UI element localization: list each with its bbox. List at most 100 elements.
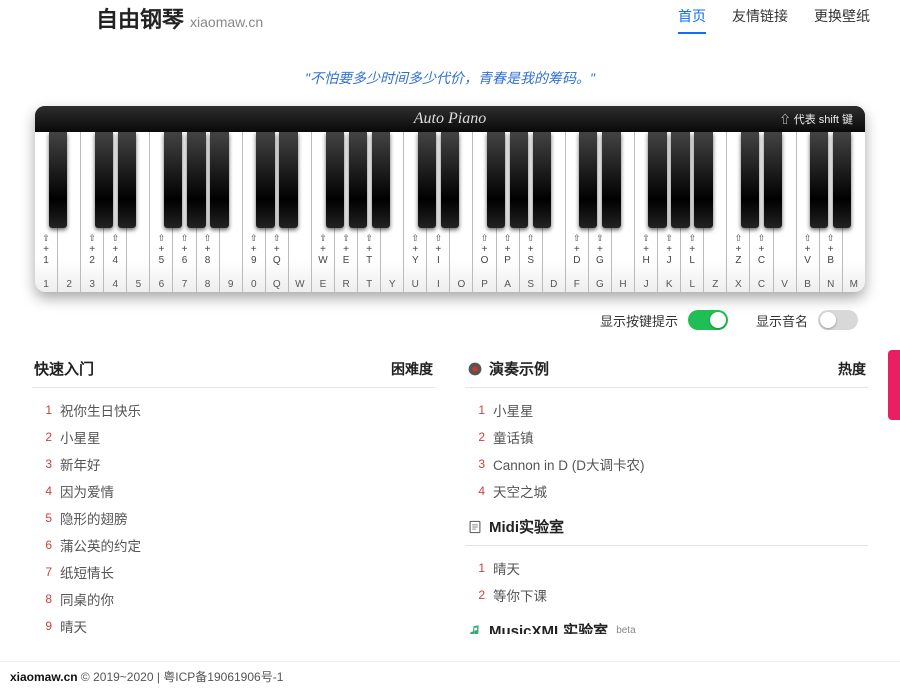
quickstart-title: 快速入门 xyxy=(34,358,94,379)
logo-title: 自由钢琴 xyxy=(96,2,184,34)
song-index: 5 xyxy=(32,511,52,525)
black-key[interactable] xyxy=(118,132,136,228)
song-name: 等你下课 xyxy=(493,585,547,605)
song-item[interactable]: 8同桌的你 xyxy=(32,585,435,612)
black-key[interactable] xyxy=(741,132,759,228)
song-name: Cannon in D (D大调卡农) xyxy=(493,454,645,474)
song-item[interactable]: 5隐形的翅膀 xyxy=(32,504,435,531)
black-key[interactable] xyxy=(441,132,459,228)
xml-title: MusicXML实验室 beta xyxy=(467,620,636,634)
white-key-label: 4 xyxy=(104,279,126,290)
song-item[interactable]: 2 等你下课 xyxy=(465,581,868,608)
white-key-label: 7 xyxy=(173,279,195,290)
white-key-label: F xyxy=(566,279,588,290)
panel-quickstart: 快速入门 困难度 1祝你生日快乐2小星星 3 新年好 4因为爱情5隐形的翅膀6蒲公英的… xyxy=(32,354,435,634)
white-key-label: G xyxy=(589,279,611,290)
quickstart-col2: 困难度 xyxy=(391,359,433,379)
song-item[interactable]: 2 童话镇 xyxy=(465,423,868,450)
white-key-label: 8 xyxy=(197,279,219,290)
black-key[interactable] xyxy=(810,132,828,228)
nav-links[interactable]: 友情链接 xyxy=(732,6,788,34)
black-key[interactable] xyxy=(372,132,390,228)
song-index: 1 xyxy=(32,403,52,417)
black-key[interactable] xyxy=(418,132,436,228)
white-key-label: N xyxy=(820,279,842,290)
music-icon xyxy=(467,623,483,635)
piano-bar: Auto Piano ⇧ 代表 shift 键 xyxy=(35,106,865,132)
black-key[interactable] xyxy=(279,132,297,228)
white-key-label: A xyxy=(497,279,519,290)
black-key[interactable] xyxy=(256,132,274,228)
quickstart-header: 快速入门 困难度 xyxy=(32,354,435,388)
shift-hint-pair: ⇧+J xyxy=(665,234,673,266)
black-key[interactable] xyxy=(487,132,505,228)
white-key-label: R xyxy=(335,279,357,290)
song-index: 9 xyxy=(32,619,52,633)
black-key[interactable] xyxy=(95,132,113,228)
shift-hint-pair: ⇧+W xyxy=(318,234,327,266)
song-index: 7 xyxy=(32,565,52,579)
toggle-notes[interactable] xyxy=(818,310,858,330)
song-item[interactable]: 9 晴天 xyxy=(32,612,435,634)
black-key[interactable] xyxy=(187,132,205,228)
white-key-label: X xyxy=(727,279,749,290)
white-key-label: M xyxy=(843,279,865,290)
song-item[interactable]: 4天空之城 xyxy=(465,477,868,504)
black-key[interactable] xyxy=(349,132,367,228)
shift-hint-pair: ⇧+O xyxy=(481,234,489,266)
beta-badge: beta xyxy=(616,625,635,634)
toggle-keys[interactable] xyxy=(688,310,728,330)
song-index: 2 xyxy=(32,430,52,444)
shift-hint-pair: ⇧+E xyxy=(342,234,350,266)
panel-right: 演奏示例 热度 1小星星2童话镇3Cannon in D (D大调卡农)4天空之… xyxy=(465,354,868,634)
song-item[interactable]: 4因为爱情 xyxy=(32,477,435,504)
black-key[interactable] xyxy=(533,132,551,228)
black-key[interactable] xyxy=(579,132,597,228)
white-key-label: O xyxy=(450,279,472,290)
black-key[interactable] xyxy=(671,132,689,228)
song-item[interactable]: 3Cannon in D (D大调卡农) xyxy=(465,450,868,477)
white-key-label: C xyxy=(750,279,772,290)
piano-keys: ⇧+112⇧+23⇧+445⇧+56⇧+67⇧+889⇧+90⇧+QQW⇧+WE… xyxy=(35,132,865,292)
song-name: 因为爱情 xyxy=(60,481,114,501)
black-key[interactable] xyxy=(164,132,182,228)
footer: xiaomaw.cn © 2019~2020 | 粤ICP备19061906号-… xyxy=(0,661,900,691)
song-name: 小星星 xyxy=(493,400,534,420)
song-name: 晴天 xyxy=(60,616,87,635)
song-name: 蒲公英的约定 xyxy=(60,535,141,555)
demo-col2: 热度 xyxy=(838,359,866,379)
black-key[interactable] xyxy=(326,132,344,228)
black-key[interactable] xyxy=(602,132,620,228)
song-index: 3 xyxy=(32,457,52,471)
footer-domain: xiaomaw.cn xyxy=(10,670,78,684)
song-index: 1 xyxy=(465,403,485,417)
shift-hint-pair: ⇧+2 xyxy=(88,234,96,266)
white-key-label: W xyxy=(289,279,311,290)
song-name: 新年好 xyxy=(60,454,101,474)
song-item[interactable]: 1祝你生日快乐 xyxy=(32,396,435,423)
song-item[interactable]: 1晴天 xyxy=(465,554,868,581)
white-key-label: B xyxy=(797,279,819,290)
song-name: 晴天 xyxy=(493,558,520,578)
song-item[interactable]: 7纸短情长 xyxy=(32,558,435,585)
song-item[interactable]: 1 小星星 xyxy=(465,396,868,423)
song-item[interactable]: 2小星星 xyxy=(32,423,435,450)
black-key[interactable] xyxy=(49,132,67,228)
nav-home[interactable]: 首页 xyxy=(678,6,706,34)
black-key[interactable] xyxy=(510,132,528,228)
black-key[interactable] xyxy=(764,132,782,228)
song-index: 2 xyxy=(465,430,485,444)
song-index: 2 xyxy=(465,588,485,602)
black-key[interactable] xyxy=(833,132,851,228)
song-name: 童话镇 xyxy=(493,427,534,447)
nav-wallpaper[interactable]: 更换壁纸 xyxy=(814,6,870,34)
footer-icp[interactable]: 粤ICP备19061906号-1 xyxy=(163,670,283,684)
black-key[interactable] xyxy=(210,132,228,228)
black-key[interactable] xyxy=(648,132,666,228)
black-key[interactable] xyxy=(694,132,712,228)
side-ribbon[interactable] xyxy=(888,350,900,420)
song-item[interactable]: 6蒲公英的约定 xyxy=(32,531,435,558)
song-item[interactable]: 3 新年好 xyxy=(32,450,435,477)
shift-hint-pair: ⇧+9 xyxy=(250,234,258,266)
white-key-label: Q xyxy=(266,279,288,290)
